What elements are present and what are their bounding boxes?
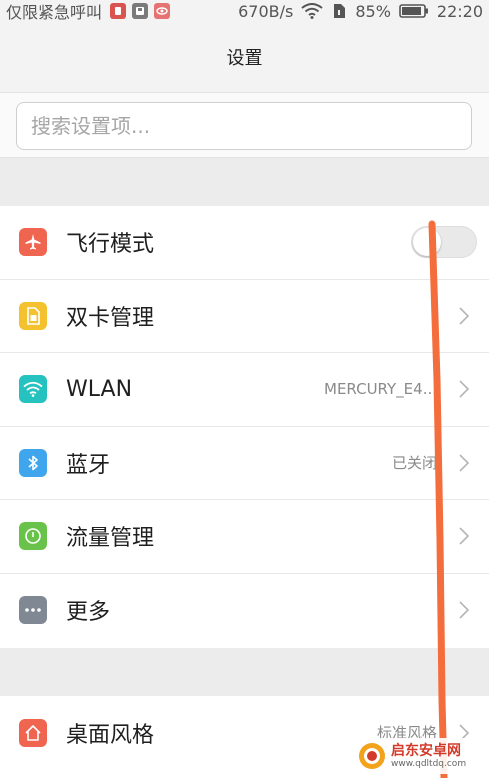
notification-app-icon <box>110 3 127 19</box>
page-title: 设置 <box>226 48 263 69</box>
settings-item-bluetooth[interactable]: 蓝牙 已关闭 <box>0 427 489 500</box>
settings-item-wlan[interactable]: WLAN MERCURY_E4... <box>0 353 489 427</box>
chevron-right-icon <box>459 307 470 325</box>
search-input[interactable] <box>16 102 472 150</box>
airplane-mode-toggle[interactable] <box>411 226 477 259</box>
settings-item-label: 更多 <box>66 600 111 626</box>
title-bar: 设置 <box>0 22 489 92</box>
settings-item-data-usage[interactable]: 流量管理 <box>0 500 489 574</box>
battery-icon <box>399 3 429 19</box>
wifi-icon <box>19 375 47 404</box>
battery-percent: 85% <box>355 1 391 21</box>
clock-time: 22:20 <box>436 1 483 21</box>
settings-item-dual-sim[interactable]: 双卡管理 <box>0 280 489 353</box>
watermark-text: 启东安卓网 www.qdltdq.com <box>391 743 466 770</box>
carrier-text: 仅限紧急呼叫 <box>6 3 103 22</box>
status-left: 仅限紧急呼叫 <box>6 0 176 23</box>
settings-item-label: 流量管理 <box>66 526 155 552</box>
wifi-signal-icon <box>301 3 323 19</box>
settings-list: 飞行模式 双卡管理 WLAN MERCURY_E4... 蓝牙 已关闭 流量管理… <box>0 206 489 648</box>
section-divider <box>0 648 489 696</box>
eye-icon <box>154 3 171 19</box>
settings-item-label: 飞行模式 <box>66 232 155 258</box>
more-icon <box>19 596 47 625</box>
save-icon <box>132 3 149 19</box>
settings-item-label: WLAN <box>66 376 133 402</box>
settings-item-label: 双卡管理 <box>66 305 155 331</box>
settings-item-label: 蓝牙 <box>66 452 111 478</box>
status-bar: 仅限紧急呼叫 670B/s 85% 22:20 <box>0 0 489 23</box>
chevron-right-icon <box>459 454 470 472</box>
chevron-right-icon <box>459 527 470 545</box>
bluetooth-icon <box>19 448 47 477</box>
watermark-title: 启东安卓网 <box>391 742 461 759</box>
watermark-url: www.qdltdq.com <box>391 758 467 769</box>
search-area <box>0 92 489 158</box>
sim-status-icon <box>331 3 347 19</box>
data-usage-icon <box>19 522 47 551</box>
settings-item-airplane-mode[interactable]: 飞行模式 <box>0 206 489 280</box>
sim-card-icon <box>19 301 47 330</box>
chevron-right-icon <box>459 601 470 619</box>
settings-item-more[interactable]: 更多 <box>0 574 489 648</box>
chevron-right-icon <box>459 380 470 398</box>
home-icon <box>19 718 47 747</box>
section-divider <box>0 158 489 206</box>
network-speed: 670B/s <box>238 1 294 21</box>
watermark-logo-icon <box>359 743 385 769</box>
settings-item-label: 桌面风格 <box>66 722 155 748</box>
watermark: 启东安卓网 www.qdltdq.com <box>355 738 481 774</box>
toggle-knob <box>413 228 441 257</box>
status-right: 670B/s 85% 22:20 <box>230 2 483 21</box>
bluetooth-status: 已关闭 <box>391 454 437 473</box>
wlan-network-name: MERCURY_E4... <box>324 380 437 399</box>
airplane-icon <box>19 228 47 257</box>
